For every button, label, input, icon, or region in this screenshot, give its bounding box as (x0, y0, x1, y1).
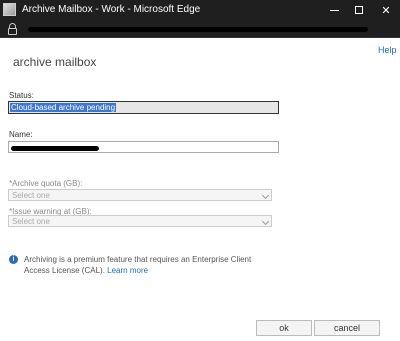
maximize-button[interactable] (345, 0, 373, 20)
address-bar[interactable] (0, 20, 400, 38)
archive-quota-select[interactable]: Select one (8, 189, 272, 201)
window-title: Archive Mailbox - Work - Microsoft Edge (22, 4, 201, 15)
name-field[interactable] (8, 141, 279, 153)
help-link[interactable]: Help (378, 45, 397, 55)
name-redacted (11, 146, 99, 151)
info-message: Archiving is a premium feature that requ… (24, 254, 269, 276)
lock-icon (8, 23, 17, 35)
info-icon: i (9, 255, 18, 264)
maximize-icon (355, 6, 363, 14)
minimize-icon (329, 9, 339, 11)
name-label: Name: (9, 130, 33, 139)
archive-quota-value: Select one (12, 191, 50, 200)
app-icon (3, 3, 16, 16)
cancel-button[interactable]: cancel (314, 320, 380, 336)
archive-quota-label: *Archive quota (GB): (9, 179, 83, 188)
url-redacted (28, 27, 368, 32)
status-value: Cloud-based archive pending (10, 103, 117, 112)
close-icon: ✕ (381, 4, 391, 17)
chevron-down-icon (261, 217, 270, 226)
window-titlebar: Archive Mailbox - Work - Microsoft Edge … (0, 0, 400, 20)
page-content: Help archive mailbox Status: Cloud-based… (0, 38, 400, 341)
page-title: archive mailbox (13, 55, 97, 69)
issue-warning-select[interactable]: Select one (8, 215, 272, 227)
issue-warning-value: Select one (12, 217, 50, 226)
chevron-down-icon (261, 191, 270, 200)
status-field[interactable]: Cloud-based archive pending (8, 101, 279, 114)
close-button[interactable]: ✕ (372, 0, 400, 20)
ok-button[interactable]: ok (256, 320, 312, 336)
minimize-button[interactable] (320, 0, 348, 20)
status-label: Status: (9, 91, 34, 100)
learn-more-link[interactable]: Learn more (107, 266, 148, 275)
